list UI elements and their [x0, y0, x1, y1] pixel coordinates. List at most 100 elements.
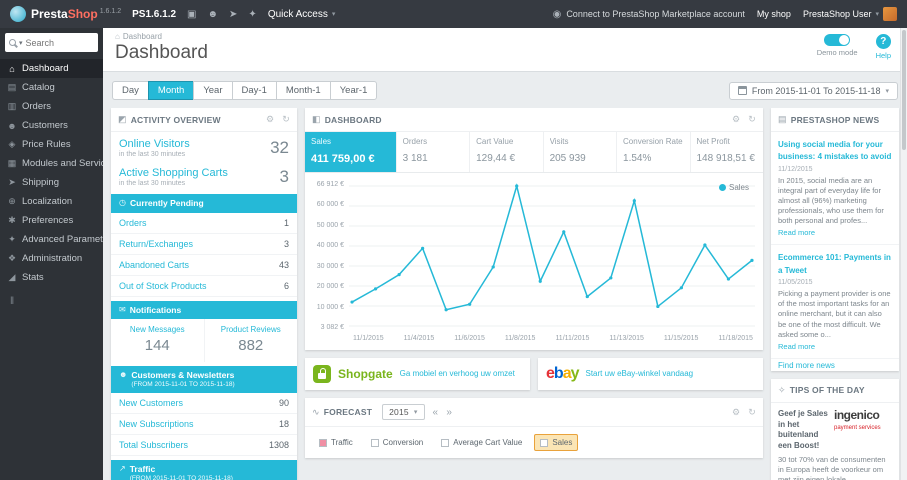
next-year-button[interactable]: » [446, 407, 452, 418]
forecast-metric[interactable]: Average Cart Value [435, 434, 528, 451]
breadcrumb[interactable]: ⌂ Dashboard [115, 32, 895, 41]
tips-text: 30 tot 70% van de consumenten in Europa … [778, 455, 886, 480]
dashboard-panel-icon: ◧ [312, 114, 321, 124]
kpi-tab-cart-value[interactable]: Cart Value 129,44 € [470, 132, 544, 172]
shopgate-ad-link[interactable]: Ga mobiel en verhoog uw omzet [400, 369, 515, 379]
chevron-down-icon: ▾ [331, 11, 336, 18]
prestashop-logo[interactable]: PrestaShop 1.6.1.2 [10, 6, 121, 22]
chart-legend: Sales [718, 183, 749, 192]
new-messages-stat[interactable]: New Messages 144 [111, 319, 205, 363]
administration-icon: ❖ [7, 253, 17, 263]
prestashop-logo-icon [10, 6, 26, 22]
preferences-icon: ✱ [8, 215, 16, 225]
sidebar-item-modules[interactable]: ▦Modules and Services [0, 154, 103, 173]
marketplace-link[interactable]: ◉ Connect to PrestaShop Marketplace acco… [553, 9, 745, 20]
range-year-button[interactable]: Year [193, 81, 233, 100]
previous-year-button[interactable]: « [433, 407, 439, 418]
range-day-button[interactable]: Day [112, 81, 149, 100]
quick-access-menu[interactable]: Quick Access ▾ [268, 9, 336, 20]
kpi-tab-orders[interactable]: Orders 3 181 [397, 132, 471, 172]
kpi-tab-sales[interactable]: Sales 411 759,00 € [305, 132, 397, 172]
range-month-1-button[interactable]: Month-1 [275, 81, 331, 100]
date-range-picker[interactable]: From 2015-11-01 To 2015-11-18 ▾ [728, 81, 898, 100]
range-year-1-button[interactable]: Year-1 [329, 81, 378, 100]
prestashop-logo-text: PrestaShop 1.6.1.2 [31, 7, 122, 21]
sales-chart [349, 183, 755, 327]
forecast-metric[interactable]: Traffic [313, 434, 359, 451]
sidebar-item-advanced-parameters[interactable]: ✦Advanced Parameters [0, 230, 103, 249]
demo-mode-toggle[interactable] [824, 34, 851, 46]
sidebar-item-shipping[interactable]: ➤ Shipping [0, 173, 103, 192]
collapse-sidebar-button[interactable]: ‖ [0, 287, 103, 316]
kpi-tab-net-profit[interactable]: Net Profit 148 918,51 € [691, 132, 763, 172]
find-more-news-link[interactable]: Find more news [771, 354, 842, 377]
gear-icon[interactable]: ⚙ [732, 407, 740, 418]
new-customers-row: New Customers 90 [111, 393, 297, 414]
sidebar-item-customers[interactable]: ☻ Customers [0, 116, 103, 135]
sidebar-item-dashboard[interactable]: ⌂ Dashboard [0, 59, 103, 78]
sidebar-item-preferences[interactable]: ✱ Preferences [0, 211, 103, 230]
tips-of-the-day-panel: ✧ TIPS OF THE DAY ingenico payment servi… [771, 378, 899, 480]
shopgate-logo-text: Shopgate [338, 367, 393, 381]
refresh-icon[interactable]: ↻ [282, 114, 290, 125]
sidebar-item-stats[interactable]: ◢ Stats [0, 268, 103, 287]
forecast-icon: ∿ [312, 406, 320, 417]
activity-panel-title: ACTIVITY OVERVIEW [130, 114, 221, 125]
my-shop-link[interactable]: My shop [757, 9, 791, 19]
news-item-title-link[interactable]: Ecommerce 101: Payments in a Tweet [778, 253, 891, 274]
forecast-metric[interactable]: Conversion [365, 434, 429, 451]
currently-pending-header: ◷ Currently Pending [111, 194, 297, 213]
gear-icon[interactable]: ⚙ [266, 114, 274, 125]
total-subscribers-row: Total Subscribers 1308 [111, 435, 297, 456]
truck-icon[interactable]: ➤ [229, 9, 237, 20]
forecast-metric[interactable]: Sales [534, 434, 579, 451]
sidebar-item-administration[interactable]: ❖ Administration [0, 249, 103, 268]
gift-icon[interactable]: ✦ [248, 9, 256, 20]
out-of-stock-row: Out of Stock Products 6 [111, 276, 297, 297]
read-more-link[interactable]: Read more [778, 342, 815, 351]
news-item-excerpt: Picking a payment provider is one of the… [778, 289, 891, 339]
product-reviews-stat[interactable]: Product Reviews 882 [205, 319, 298, 362]
help-control: ? Help [876, 34, 891, 60]
scrollbar-thumb[interactable] [902, 30, 906, 150]
tips-body: ingenico payment services Geef je Sales … [771, 403, 899, 480]
avatar [883, 7, 897, 21]
read-more-link[interactable]: Read more [778, 228, 815, 237]
cart-icon[interactable]: ▣ [187, 9, 196, 20]
traffic-icon: ↗ [119, 464, 126, 473]
sidebar-item-catalog[interactable]: ▤ Catalog [0, 78, 103, 97]
range-month-button[interactable]: Month [147, 81, 195, 100]
refresh-icon[interactable]: ↻ [748, 114, 756, 125]
user-menu[interactable]: PrestaShop User ▾ [803, 7, 897, 21]
ebay-ad-link[interactable]: Start uw eBay-winkel vandaag [586, 369, 694, 379]
checkbox-icon [441, 438, 450, 447]
chevron-down-icon[interactable]: ▾ [19, 39, 23, 47]
sidebar-item-localization[interactable]: ⊕ Localization [0, 192, 103, 211]
window-scrollbar[interactable] [900, 28, 907, 480]
help-icon[interactable]: ? [875, 34, 891, 49]
active-carts-link[interactable]: Active Shopping Carts [119, 167, 228, 179]
calendar-icon [737, 86, 747, 95]
online-visitors-link[interactable]: Online Visitors [119, 138, 190, 150]
forecast-year-select[interactable]: 2015 ▾ [382, 404, 425, 420]
refresh-icon[interactable]: ↻ [748, 407, 756, 418]
news-item-title-link[interactable]: Using social media for your business: 4 … [778, 140, 891, 161]
legend-dot-icon [718, 184, 726, 191]
sidebar-search: ▾ [5, 33, 98, 52]
person-icon[interactable]: ☻ [208, 9, 219, 20]
range-day-1-button[interactable]: Day-1 [231, 81, 277, 100]
sidebar-item-price-rules[interactable]: ◈ Price Rules [0, 135, 103, 154]
sidebar-item-orders[interactable]: ▥ Orders [0, 97, 103, 116]
search-input[interactable] [25, 37, 94, 48]
notifications-columns: New Messages 144 Product Reviews 882 [111, 319, 298, 363]
shop-name-link[interactable]: PS1.6.1.2 [132, 9, 176, 20]
traffic-header: ↗ Traffic (FROM 2015-11-01 TO 2015-11-18… [111, 460, 297, 480]
kpi-tab-conversion-rate[interactable]: Conversion Rate 1.54% [617, 132, 691, 172]
gear-icon[interactable]: ⚙ [732, 114, 740, 125]
shopgate-logo-icon [313, 365, 331, 383]
tips-icon: ✧ [778, 384, 786, 395]
kpi-tab-visits[interactable]: Visits 205 939 [544, 132, 618, 172]
page-header: ⌂ Dashboard Dashboard Demo mode ? Help [103, 28, 907, 72]
notifications-header: ✉ Notifications [111, 300, 297, 320]
prestashop-news-panel: ▤ PRESTASHOP NEWS Using social media for… [771, 108, 899, 371]
